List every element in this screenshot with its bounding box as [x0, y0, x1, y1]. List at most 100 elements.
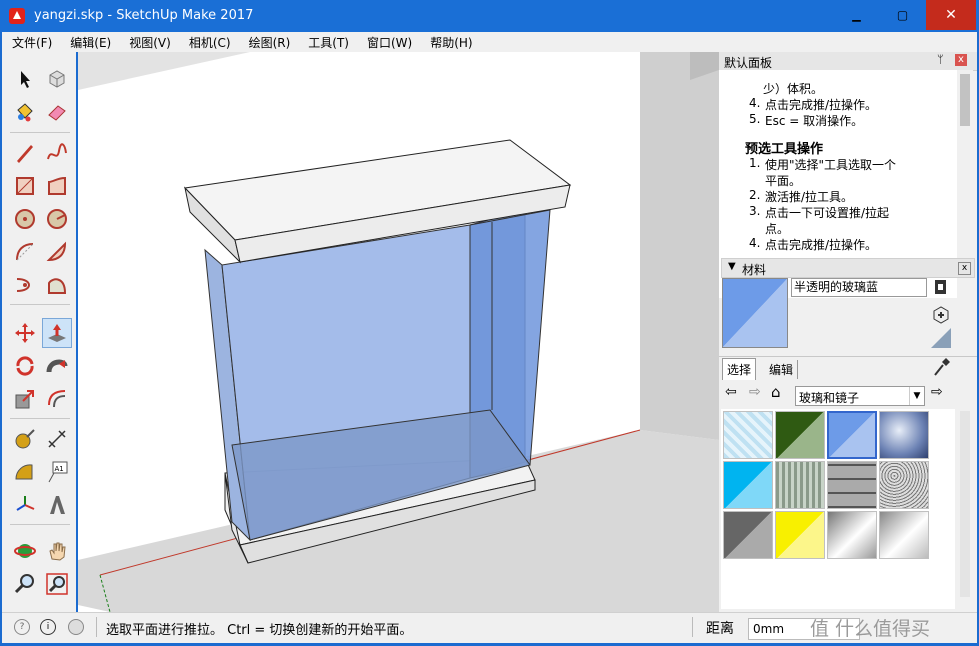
arc-tool[interactable]	[10, 237, 40, 267]
home-icon[interactable]: ⌂	[771, 383, 781, 401]
swatch-glass-gray[interactable]	[723, 511, 773, 559]
swatch-mirror[interactable]	[827, 511, 877, 559]
arc3-icon	[16, 278, 30, 292]
paint-component-icon[interactable]	[931, 304, 951, 324]
arc-2pt-icon	[48, 278, 67, 294]
tab-select[interactable]: 选择	[722, 358, 757, 380]
pencil-tool[interactable]	[10, 138, 40, 168]
3d-text-tool[interactable]	[42, 490, 72, 520]
offset-tool[interactable]	[42, 384, 72, 414]
orbit-tool[interactable]	[10, 536, 40, 566]
arc3-tool[interactable]	[10, 270, 40, 300]
swatch-glass-cyan[interactable]	[723, 461, 773, 509]
rotated-rectangle-tool[interactable]	[42, 171, 72, 201]
material-name-field[interactable]: 半透明的玻璃蓝	[791, 278, 927, 297]
rectangle-tool[interactable]	[10, 171, 40, 201]
sample-paint-icon[interactable]	[931, 357, 951, 377]
axes-tool[interactable]	[10, 490, 40, 520]
scroll-thumb[interactable]	[960, 74, 970, 126]
swatch-glass-block[interactable]	[827, 461, 877, 509]
tray-title-bar: 默认面板 ᛘ x	[719, 52, 977, 71]
minimize-button[interactable]: ▁	[834, 0, 879, 30]
menu-edit[interactable]: 编辑(E)	[60, 34, 119, 51]
protractor-tool[interactable]	[10, 457, 40, 487]
drawing-viewport[interactable]	[78, 52, 719, 612]
menu-window[interactable]: 窗口(W)	[357, 34, 420, 51]
tab-edit[interactable]: 编辑	[765, 360, 799, 379]
tape-measure-tool[interactable]	[10, 424, 40, 454]
details-arrow-icon[interactable]: ⇨	[931, 384, 943, 400]
swatch-mirror-light[interactable]	[879, 511, 929, 559]
follow-me-tool[interactable]	[42, 351, 72, 381]
zoom-icon	[14, 574, 34, 594]
polygon-tool[interactable]	[42, 204, 72, 234]
measurements-label: 距离	[706, 621, 734, 637]
swatch-glass-grid[interactable]	[723, 411, 773, 459]
menu-file[interactable]: 文件(F)	[2, 34, 60, 51]
freehand-tool[interactable]	[42, 138, 72, 168]
scale-tool[interactable]	[10, 384, 40, 414]
text-icon: A1	[48, 461, 68, 483]
menu-draw[interactable]: 绘图(R)	[239, 34, 299, 51]
menu-tools[interactable]: 工具(T)	[298, 34, 357, 51]
swatch-sky-reflection[interactable]	[879, 411, 929, 459]
text-tool[interactable]: A1	[42, 457, 72, 487]
measurements-value: 0mm	[753, 622, 785, 636]
pencil-icon	[17, 145, 33, 163]
arc-2pt-tool[interactable]	[42, 270, 72, 300]
help-text: 点击一下可设置推/拉起	[765, 206, 890, 220]
circle-tool[interactable]	[10, 204, 40, 234]
swatch-frosted[interactable]	[879, 461, 929, 509]
help-num: 2.	[749, 188, 761, 202]
materials-close-icon[interactable]: x	[958, 262, 971, 275]
library-select[interactable]: 玻璃和镜子 ▼	[795, 386, 925, 406]
tray-close-icon[interactable]: x	[955, 54, 967, 66]
menu-help[interactable]: 帮助(H)	[420, 34, 480, 51]
select-icon	[21, 71, 30, 88]
materials-header[interactable]: ▼ 材料 x	[721, 258, 975, 278]
help-text: 激活推/拉工具。	[765, 190, 854, 204]
back-icon[interactable]: ⇦	[725, 384, 737, 400]
swatch-glass-yellow[interactable]	[775, 511, 825, 559]
forward-icon[interactable]: ⇨	[749, 384, 761, 400]
scroll-thumb[interactable]	[960, 411, 970, 597]
swatch-scrollbar[interactable]	[957, 409, 973, 609]
toolbar-divider	[10, 132, 70, 133]
paint-bucket-tool[interactable]	[10, 97, 40, 127]
eraser-tool[interactable]	[42, 97, 72, 127]
menu-camera[interactable]: 相机(C)	[179, 34, 239, 51]
close-button[interactable]: ✕	[926, 0, 976, 30]
help-heading: 预选工具操作	[745, 142, 824, 157]
pie-tool[interactable]	[42, 237, 72, 267]
zoom-tool[interactable]	[10, 569, 40, 599]
menu-view[interactable]: 视图(V)	[119, 34, 179, 51]
material-preview[interactable]	[722, 278, 788, 348]
freehand-icon	[47, 143, 67, 160]
help-num: 4.	[749, 96, 761, 110]
toolbar-divider	[10, 524, 70, 525]
help-num: 5.	[749, 112, 761, 126]
select-tool[interactable]	[10, 64, 40, 94]
rotate-tool[interactable]	[10, 351, 40, 381]
dimension-tool[interactable]	[42, 424, 72, 454]
geolocation-icon[interactable]: ?	[14, 619, 30, 635]
user-icon[interactable]	[68, 619, 84, 635]
pan-tool[interactable]	[42, 536, 72, 566]
help-scrollbar[interactable]	[957, 70, 973, 248]
credits-icon[interactable]: i	[40, 619, 56, 635]
swatch-glass-green[interactable]	[775, 411, 825, 459]
create-material-icon[interactable]	[933, 278, 949, 296]
default-material-icon[interactable]	[931, 328, 951, 348]
collapse-icon: ▼	[728, 261, 736, 272]
rotated-rectangle-icon	[48, 176, 66, 195]
pin-icon[interactable]: ᛘ	[937, 53, 944, 66]
swatch-glass-ribbed[interactable]	[775, 461, 825, 509]
maximize-icon: ▢	[896, 8, 909, 22]
push-pull-tool[interactable]	[42, 318, 72, 348]
close-icon: ✕	[945, 7, 957, 23]
maximize-button[interactable]: ▢	[880, 0, 925, 30]
component-tool[interactable]	[42, 64, 72, 94]
swatch-glass-blue[interactable]	[827, 411, 877, 459]
move-tool[interactable]	[10, 318, 40, 348]
zoom-extents-tool[interactable]	[42, 569, 72, 599]
